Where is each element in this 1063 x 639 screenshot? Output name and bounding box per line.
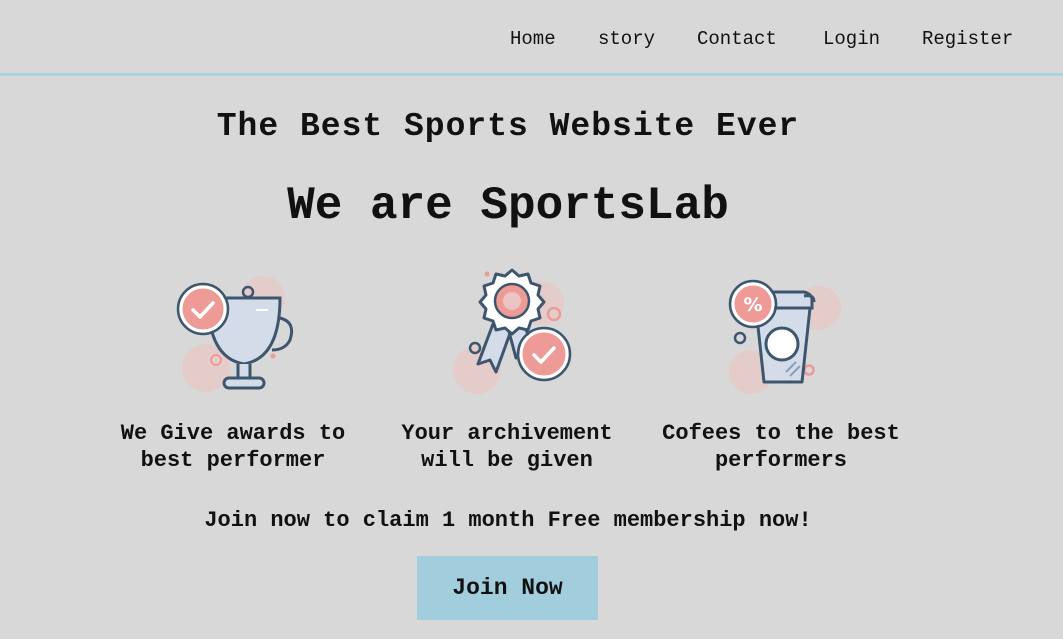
nav-link-register[interactable]: Register bbox=[922, 28, 1013, 50]
top-nav: Home story Contact Login Register bbox=[0, 0, 1063, 76]
nav-link-login[interactable]: Login bbox=[823, 28, 880, 50]
feature-achievement: Your archivement will be given bbox=[377, 268, 637, 474]
nav-link-story[interactable]: story bbox=[598, 28, 655, 50]
feature-awards: We Give awards to best performer bbox=[103, 268, 363, 474]
trophy-icon bbox=[176, 276, 294, 392]
feature-caption: We Give awards to best performer bbox=[120, 421, 346, 473]
percent-glyph: % bbox=[743, 294, 762, 316]
feature-caption: Cofees to the best performers bbox=[662, 421, 900, 473]
feature-coffee: % Cofees to the best performers bbox=[651, 268, 911, 474]
hero-tagline: The Best Sports Website Ever bbox=[216, 108, 800, 145]
coffee-cup-icon: % bbox=[728, 279, 841, 394]
nav-link-home[interactable]: Home bbox=[510, 28, 556, 50]
join-now-button[interactable]: Join Now bbox=[417, 556, 598, 620]
award-ribbon-icon bbox=[453, 268, 572, 394]
feature-caption: Your archivement will be given bbox=[401, 421, 613, 473]
promo-text: Join now to claim 1 month Free membershi… bbox=[204, 508, 812, 533]
nav-link-contact[interactable]: Contact bbox=[697, 28, 777, 50]
hero-headline: We are SportsLab bbox=[287, 180, 729, 232]
